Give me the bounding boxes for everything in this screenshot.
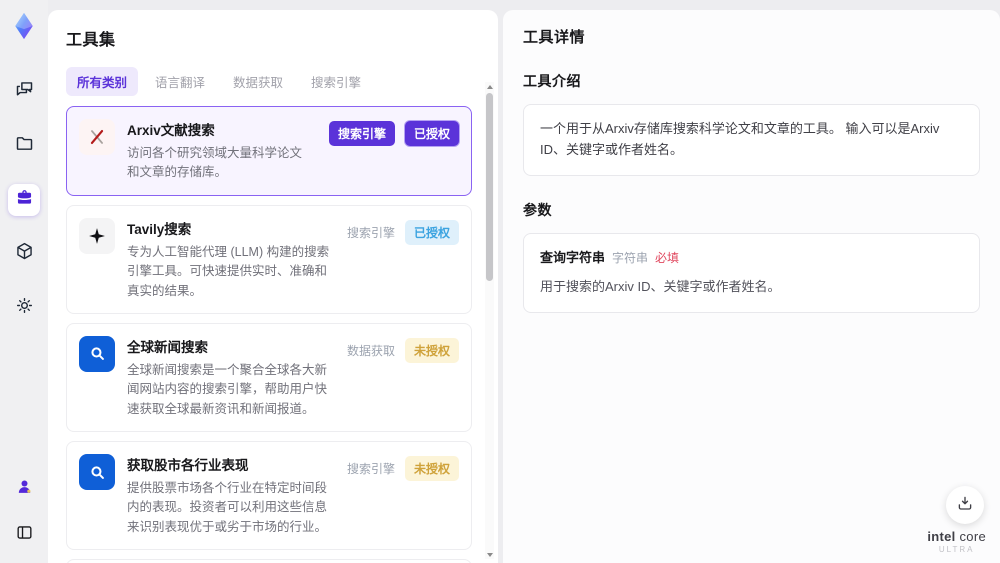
scroll-up-arrow[interactable] — [485, 82, 494, 91]
tool-category-badge: 搜索引擎 — [328, 121, 395, 146]
sidebar-item-folder[interactable] — [8, 130, 40, 162]
tool-name: 全球新闻搜索 — [127, 339, 208, 355]
panel-icon — [15, 523, 34, 547]
tool-name: Arxiv文献搜索 — [127, 123, 215, 138]
toolset-panel: 工具集 所有类别 语言翻译 数据获取 搜索引擎 Arxiv文献搜索 访问各个研究领域大量… — [48, 10, 498, 563]
tab-0[interactable]: 所有类别 — [66, 67, 139, 96]
tool-description: 专为人工智能代理 (LLM) 构建的搜索引擎工具。可快速提供实时、准确和真实的结… — [127, 244, 330, 298]
intel-brand-sub: ULTRA — [938, 545, 975, 555]
tool-category-badge: 搜索引擎 — [346, 462, 395, 476]
tool-card[interactable]: 全球新闻搜索全球新闻搜索是一个聚合全球各大新闻网站内容的搜索引擎，帮助用户快速获… — [66, 322, 472, 432]
arxiv-icon — [79, 119, 115, 155]
param-entry: 查询字符串 字符串 必填用于搜索的Arxiv ID、关键字或作者姓名。 — [540, 248, 963, 299]
download-button[interactable] — [946, 486, 984, 524]
tool-card[interactable]: 获取市场最活跃股票信息提供当天交易量最高的股票列表。投资者可以利用这些信息来识别… — [66, 559, 472, 563]
core-wordmark: core — [959, 528, 986, 544]
intel-core-logo: intel core ULTRA — [927, 528, 986, 555]
tool-status-badge: 未授权 — [404, 456, 459, 481]
sidebar-bottom — [8, 473, 40, 551]
category-tabs: 所有类别 语言翻译 数据获取 搜索引擎 — [66, 67, 472, 96]
list-scrollbar[interactable] — [485, 82, 494, 559]
tab-3[interactable]: 搜索引擎 — [300, 67, 372, 96]
param-type: 字符串 — [612, 250, 649, 265]
tool-list: Arxiv文献搜索 访问各个研究领域大量科学论文和文章的存储库。 搜索引擎 已授权 Ta… — [66, 106, 472, 563]
cube-icon — [14, 241, 35, 267]
tool-status-badge: 已授权 — [404, 121, 459, 146]
tool-description: 访问各个研究领域大量科学论文和文章的存储库。 — [127, 146, 303, 180]
tool-card[interactable]: Tavily搜索专为人工智能代理 (LLM) 构建的搜索引擎工具。可快速提供实时… — [66, 204, 472, 314]
scrollbar-thumb[interactable] — [486, 93, 493, 281]
tavily-icon — [79, 217, 115, 254]
tool-card[interactable]: 获取股市各行业表现提供股票市场各个行业在特定时间段内的表现。投资者可以利用这些信… — [66, 441, 472, 551]
chat-icon — [14, 79, 35, 105]
briefcase-icon — [14, 187, 35, 213]
tab-2[interactable]: 数据获取 — [222, 67, 294, 96]
tool-description: 提供股票市场各个行业在特定时间段内的表现。投资者可以利用这些信息来识别表现优于或… — [127, 481, 328, 534]
tool-category-badge: 搜索引擎 — [346, 225, 395, 240]
param-name: 查询字符串 — [540, 249, 606, 265]
sidebar-nav — [8, 76, 40, 324]
left-rail — [0, 0, 48, 563]
search-blue-icon — [79, 335, 115, 372]
tool-name: 获取股市各行业表现 — [127, 458, 249, 473]
detail-title: 工具详情 — [523, 29, 586, 46]
intro-heading: 工具介绍 — [523, 73, 581, 89]
sidebar-item-toolset[interactable] — [8, 184, 40, 216]
page-title: 工具集 — [66, 32, 116, 49]
tool-name: Tavily搜索 — [127, 221, 192, 237]
params-heading: 参数 — [523, 201, 552, 218]
sidebar-item-profile[interactable] — [8, 473, 40, 505]
sidebar-item-settings[interactable] — [8, 292, 40, 324]
intro-box: 一个用于从Arxiv存储库搜索科学论文和文章的工具。 输入可以是Arxiv ID… — [523, 104, 980, 176]
tool-category-badge: 数据获取 — [346, 343, 395, 358]
user-icon — [15, 477, 34, 501]
tool-status-badge: 未授权 — [404, 337, 459, 363]
tool-detail-panel: 工具详情 工具介绍 一个用于从Arxiv存储库搜索科学论文和文章的工具。 输入可… — [503, 10, 1000, 563]
gem-logo[interactable] — [8, 10, 40, 42]
download-icon — [956, 494, 974, 517]
param-required-badge: 必填 — [655, 250, 680, 265]
param-list: 查询字符串 字符串 必填用于搜索的Arxiv ID、关键字或作者姓名。 — [523, 232, 980, 314]
intel-wordmark: intel — [927, 528, 956, 544]
tool-status-badge: 已授权 — [404, 219, 459, 245]
gear-icon — [14, 295, 35, 321]
tool-card[interactable]: Arxiv文献搜索访问各个研究领域大量科学论文和文章的存储库。 搜索引擎 已授权 — [66, 106, 472, 196]
sidebar-item-models[interactable] — [8, 238, 40, 270]
folder-icon — [14, 133, 35, 159]
sidebar-item-chat[interactable] — [8, 76, 40, 108]
scroll-down-arrow[interactable] — [485, 550, 494, 559]
param-description: 用于搜索的Arxiv ID、关键字或作者姓名。 — [540, 279, 781, 295]
tool-description: 全球新闻搜索是一个聚合全球各大新闻网站内容的搜索引擎，帮助用户快速获取全球最新资… — [127, 362, 328, 416]
tab-1[interactable]: 语言翻译 — [144, 67, 216, 96]
sidebar-item-collapse-panel[interactable] — [8, 519, 40, 551]
search-blue-icon — [79, 454, 115, 490]
